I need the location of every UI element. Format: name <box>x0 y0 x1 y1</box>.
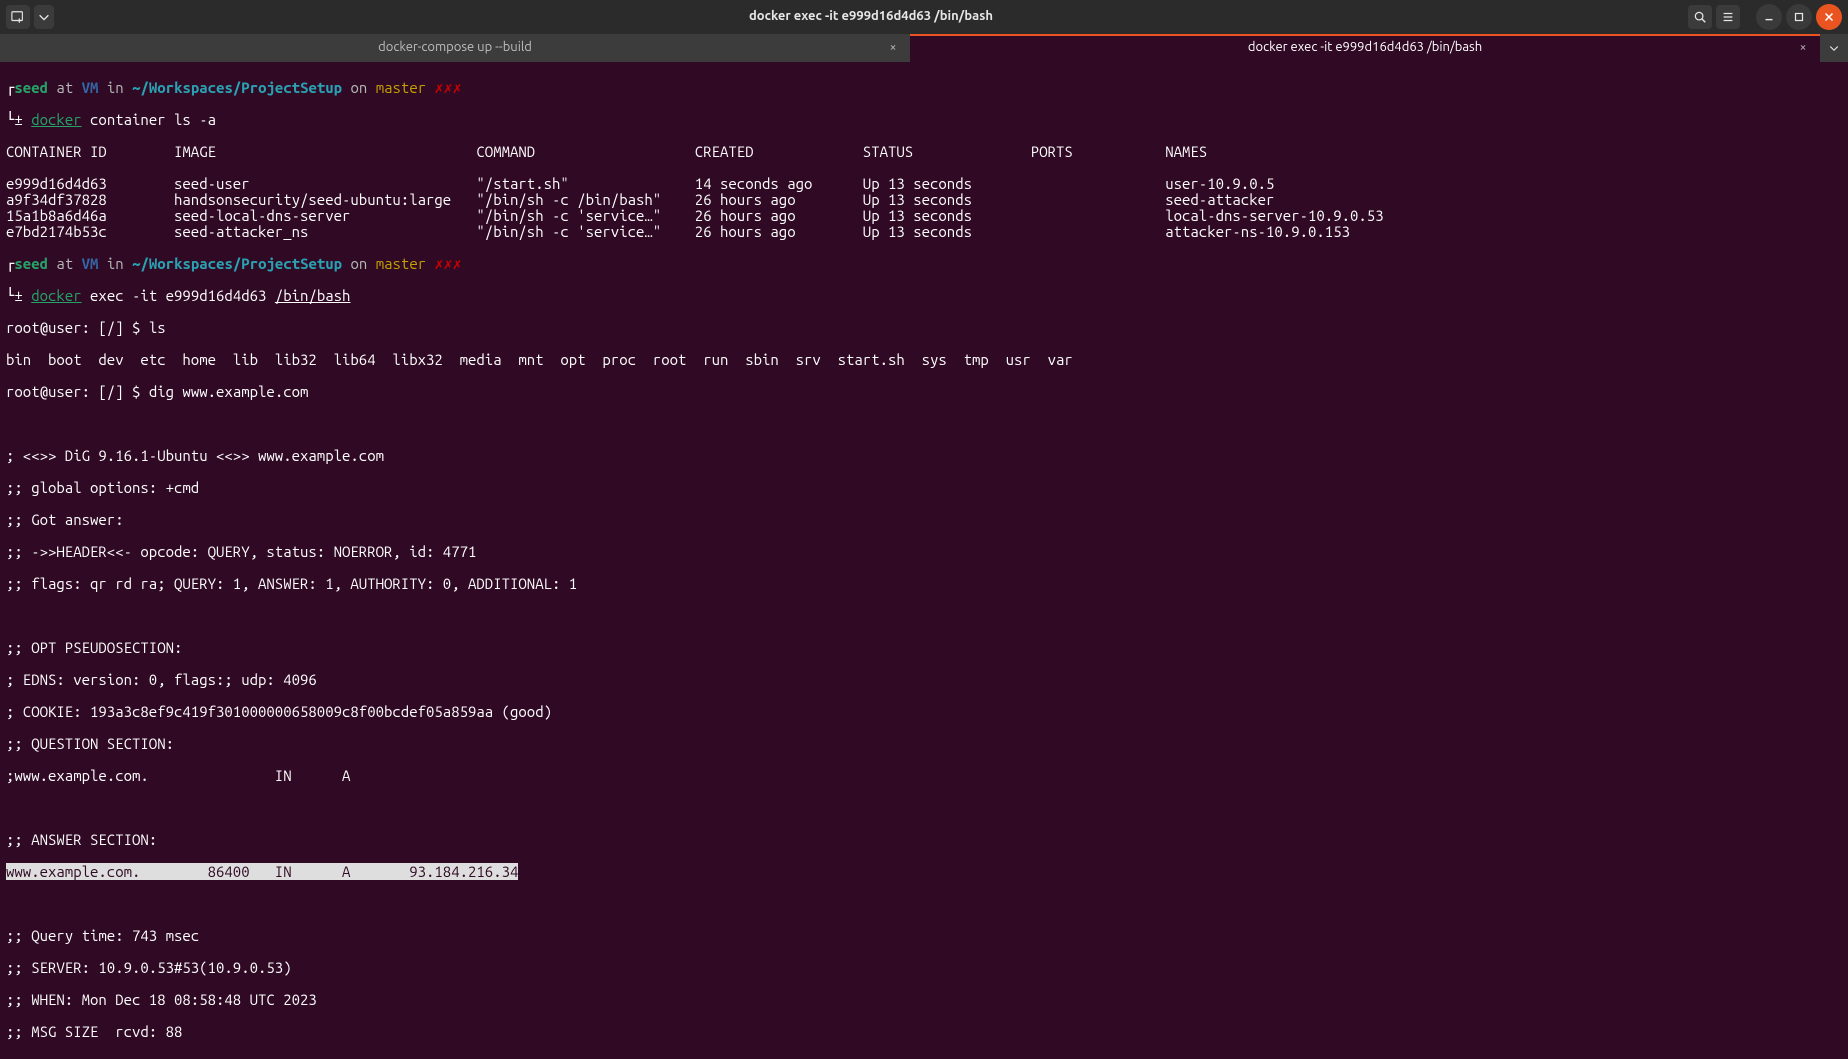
dig-output: ;; ANSWER SECTION: <box>6 832 1842 848</box>
new-tab-dropdown[interactable] <box>34 5 54 29</box>
command-line: └± docker exec -it e999d16d4d63 /bin/bas… <box>6 288 1842 304</box>
chevron-down-icon <box>37 10 51 24</box>
search-icon <box>1693 10 1707 24</box>
tab-close-button[interactable]: × <box>884 39 902 57</box>
maximize-icon <box>1792 10 1806 24</box>
close-window-button[interactable] <box>1816 4 1842 30</box>
blank-line <box>6 800 1842 816</box>
command-line: └± docker container ls -a <box>6 112 1842 128</box>
blank-line <box>6 416 1842 432</box>
dig-output: ;; Query time: 743 msec <box>6 928 1842 944</box>
close-icon <box>1822 10 1836 24</box>
dig-output: ;; OPT PSEUDOSECTION: <box>6 640 1842 656</box>
tab-label: docker-compose up --build <box>378 41 532 55</box>
ls-output: bin boot dev etc home lib lib32 lib64 li… <box>6 352 1842 368</box>
maximize-button[interactable] <box>1786 4 1812 30</box>
table-row: e7bd2174b53c seed-attacker_ns "/bin/sh -… <box>6 224 1842 240</box>
search-button[interactable] <box>1688 5 1712 29</box>
window-title: docker exec -it e999d16d4d63 /bin/bash <box>54 10 1688 24</box>
dig-output: ;www.example.com. IN A <box>6 768 1842 784</box>
dig-output: ; <<>> DiG 9.16.1-Ubuntu <<>> www.exampl… <box>6 448 1842 464</box>
table-row: 15a1b8a6d46a seed-local-dns-server "/bin… <box>6 208 1842 224</box>
dig-answer-highlight: www.example.com. 86400 IN A 93.184.216.3… <box>6 864 1842 880</box>
tab-active[interactable]: docker exec -it e999d16d4d63 /bin/bash × <box>910 34 1820 62</box>
minimize-button[interactable] <box>1756 4 1782 30</box>
dig-output: ;; QUESTION SECTION: <box>6 736 1842 752</box>
dig-output: ;; Got answer: <box>6 512 1842 528</box>
tab-bar: docker-compose up --build × docker exec … <box>0 34 1848 62</box>
table-header: CONTAINER ID IMAGE COMMAND CREATED STATU… <box>6 144 1842 160</box>
blank-line <box>6 896 1842 912</box>
titlebar: docker exec -it e999d16d4d63 /bin/bash <box>0 0 1848 34</box>
chevron-down-icon <box>1828 42 1840 54</box>
terminal-plus-icon <box>11 10 25 24</box>
dig-output: ;; SERVER: 10.9.0.53#53(10.9.0.53) <box>6 960 1842 976</box>
dig-output: ;; flags: qr rd ra; QUERY: 1, ANSWER: 1,… <box>6 576 1842 592</box>
tab-menu-button[interactable] <box>1820 34 1848 62</box>
table-row: e999d16d4d63 seed-user "/start.sh" 14 se… <box>6 176 1842 192</box>
prompt-line: ┌seed at VM in ~/Workspaces/ProjectSetup… <box>6 256 1842 272</box>
tab-close-button[interactable]: × <box>1794 39 1812 57</box>
dig-output: ;; MSG SIZE rcvd: 88 <box>6 1024 1842 1040</box>
dig-output: ;; ->>HEADER<<- opcode: QUERY, status: N… <box>6 544 1842 560</box>
dig-output: ;; global options: +cmd <box>6 480 1842 496</box>
tab-label: docker exec -it e999d16d4d63 /bin/bash <box>1248 41 1482 55</box>
dig-output: ;; WHEN: Mon Dec 18 08:58:48 UTC 2023 <box>6 992 1842 1008</box>
prompt-line: ┌seed at VM in ~/Workspaces/ProjectSetup… <box>6 80 1842 96</box>
dig-output: ; EDNS: version: 0, flags:; udp: 4096 <box>6 672 1842 688</box>
dig-output: ; COOKIE: 193a3c8ef9c419f301000000658009… <box>6 704 1842 720</box>
hamburger-icon <box>1721 10 1735 24</box>
terminal-viewport[interactable]: ┌seed at VM in ~/Workspaces/ProjectSetup… <box>0 62 1848 1059</box>
new-tab-button[interactable] <box>6 5 30 29</box>
shell-line: root@user: [/] $ ls <box>6 320 1842 336</box>
tab-inactive[interactable]: docker-compose up --build × <box>0 34 910 62</box>
hamburger-menu-button[interactable] <box>1716 5 1740 29</box>
shell-line: root@user: [/] $ dig www.example.com <box>6 384 1842 400</box>
blank-line <box>6 608 1842 624</box>
minimize-icon <box>1762 10 1776 24</box>
table-row: a9f34df37828 handsonsecurity/seed-ubuntu… <box>6 192 1842 208</box>
